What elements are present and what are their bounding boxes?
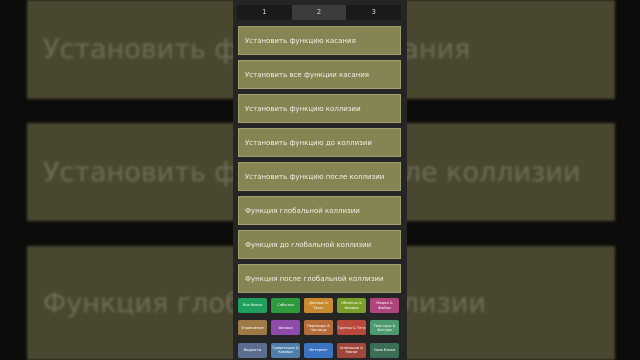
tab-1[interactable]: 1: [237, 5, 292, 20]
category-textures-shapes[interactable]: Текстуры & Фигуры: [370, 320, 399, 336]
category-palette: Все блоки События Данные & Текст Объекты…: [235, 293, 405, 360]
block-pre-global-collision-function[interactable]: Функция до глобальной коллизии: [238, 230, 401, 259]
block-global-collision-function[interactable]: Функция глобальной коллизии: [238, 196, 401, 225]
category-all-blocks[interactable]: Все блоки: [238, 298, 267, 313]
phone-screen: 1 2 3 Установить функцию касания Установ…: [233, 0, 407, 360]
category-objects-physics[interactable]: Объекты & Физика: [337, 298, 366, 313]
block-set-post-collision-function[interactable]: Установить функцию после коллизии: [238, 162, 401, 191]
block-set-all-touch-functions[interactable]: Установить все функции касания: [238, 60, 401, 89]
block-set-collision-function[interactable]: Установить функцию коллизии: [238, 94, 401, 123]
block-set-pre-collision-function[interactable]: Установить функцию до коллизии: [238, 128, 401, 157]
category-internet[interactable]: Интернет: [304, 342, 333, 358]
category-animations-masks[interactable]: Анимации & Маски: [337, 342, 366, 358]
category-physics[interactable]: Физика: [271, 320, 300, 336]
tab-2[interactable]: 2: [291, 5, 347, 20]
category-transitions-particles[interactable]: Переходы & Частицы: [304, 320, 333, 336]
category-data-text[interactable]: Данные & Текст: [304, 298, 333, 313]
category-control[interactable]: Управление: [238, 320, 267, 336]
block-post-global-collision-function[interactable]: Функция после глобальной коллизии: [238, 264, 401, 293]
category-groups-tags[interactable]: Группы & Теги: [337, 320, 366, 336]
category-events[interactable]: События: [271, 298, 300, 313]
category-gravity-camera[interactable]: Гравитация & Камера: [271, 342, 300, 358]
tab-3[interactable]: 3: [346, 5, 401, 20]
page-tabs: 1 2 3: [237, 5, 401, 20]
block-list: Установить функцию касания Установить вс…: [238, 26, 401, 298]
block-set-touch-function[interactable]: Установить функцию касания: [238, 26, 401, 55]
category-custom-blocks[interactable]: Свои блоки: [370, 342, 399, 358]
category-media-files[interactable]: Медиа & Файлы: [370, 298, 399, 313]
category-widgets[interactable]: Виджеты: [238, 342, 267, 358]
